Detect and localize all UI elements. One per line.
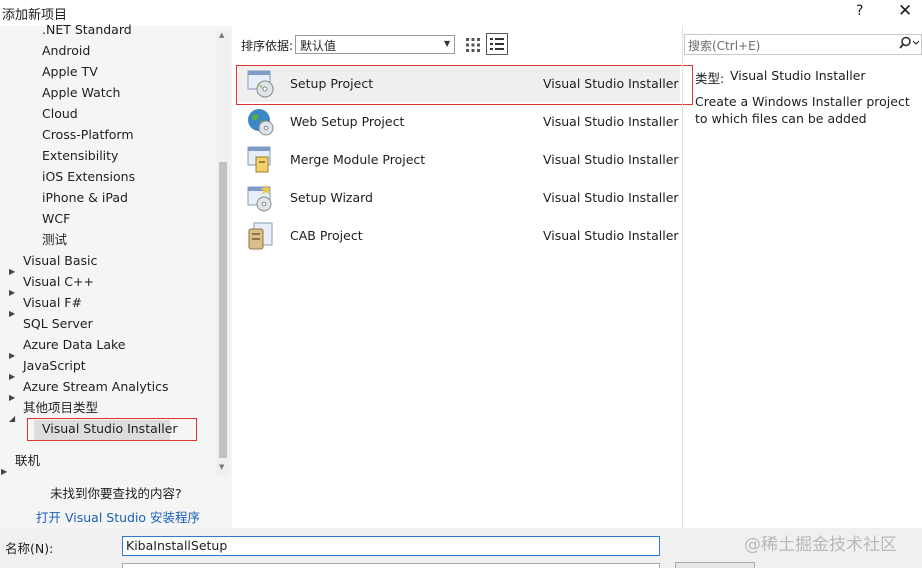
tree-item-iphone-ipad[interactable]: iPhone & iPad [42, 188, 128, 208]
tree-item-azure-stream-analytics[interactable]: Azure Stream Analytics [23, 377, 169, 397]
tree-selection-annotation [27, 418, 197, 441]
template-name: Merge Module Project [290, 152, 426, 167]
tree-item-sql-server[interactable]: SQL Server [23, 314, 93, 334]
chevron-down-icon: ▼ [444, 39, 451, 48]
cab-project-icon [246, 221, 276, 251]
template-type: Visual Studio Installer [543, 152, 679, 167]
expand-arrow-icon[interactable]: ▶ [9, 372, 15, 381]
setup-wizard-icon [246, 183, 276, 213]
watermark: @稀土掘金技术社区 [744, 535, 897, 555]
list-view-icon[interactable] [486, 33, 508, 55]
tree-item-apple-tv[interactable]: Apple TV [42, 62, 98, 82]
template-selection-annotation [236, 65, 693, 105]
template-type: Visual Studio Installer [543, 228, 679, 243]
tree-item-visual-basic[interactable]: Visual Basic [23, 251, 97, 271]
template-row-setup-wizard[interactable]: Setup Wizard Visual Studio Installer [238, 180, 680, 216]
detail-type-label: 类型: [695, 71, 725, 86]
tree-scrollbar-thumb[interactable] [219, 162, 227, 458]
expand-arrow-icon[interactable]: ▶ [9, 309, 15, 318]
collapse-arrow-icon[interactable]: ◢ [9, 414, 15, 423]
search-placeholder: 搜索(Ctrl+E) [688, 39, 761, 53]
tree-item-cross-platform[interactable]: Cross-Platform [42, 125, 134, 145]
tree-item-javascript[interactable]: JavaScript [23, 356, 86, 376]
tree-item-extensibility[interactable]: Extensibility [42, 146, 118, 166]
expand-arrow-icon[interactable]: ▶ [9, 393, 15, 402]
tree-item-visual-c[interactable]: Visual C++ [23, 272, 94, 292]
browse-button[interactable] [675, 562, 755, 568]
tree-item-azure-data-lake[interactable]: Azure Data Lake [23, 335, 126, 355]
expand-arrow-icon[interactable]: ▶ [9, 267, 15, 276]
web-setup-icon [246, 107, 276, 137]
template-name: Web Setup Project [290, 114, 405, 129]
title-bar [0, 0, 922, 26]
scroll-down-arrow[interactable]: ▼ [219, 463, 224, 471]
expand-arrow-icon[interactable]: ▶ [9, 288, 15, 297]
expand-arrow-icon[interactable]: ▶ [9, 351, 15, 360]
grid-view-icon[interactable] [463, 35, 483, 55]
merge-module-icon [246, 145, 276, 175]
panel-divider [682, 26, 683, 528]
location-field[interactable] [122, 563, 660, 568]
tree-item-cloud[interactable]: Cloud [42, 104, 78, 124]
close-button[interactable]: ✕ [898, 1, 912, 21]
detail-type-value: Visual Studio Installer [730, 68, 866, 83]
template-row-cab-project[interactable]: CAB Project Visual Studio Installer [238, 218, 680, 254]
help-button[interactable]: ? [856, 3, 863, 19]
tree-item-apple-watch[interactable]: Apple Watch [42, 83, 120, 103]
search-icon[interactable] [899, 36, 920, 54]
scroll-up-arrow[interactable]: ▲ [219, 31, 224, 39]
template-name: Setup Wizard [290, 190, 373, 205]
tree-item-net-standard[interactable]: .NET Standard [42, 20, 132, 40]
sort-label: 排序依据: [241, 39, 294, 53]
open-installer-link[interactable]: 打开 Visual Studio 安装程序 [36, 507, 200, 526]
template-type: Visual Studio Installer [543, 114, 679, 129]
tree-item-node-20[interactable]: 联机 [15, 451, 40, 471]
template-name: CAB Project [290, 228, 363, 243]
template-row-web-setup-project[interactable]: Web Setup Project Visual Studio Installe… [238, 104, 680, 140]
sort-dropdown-value: 默认值 [300, 39, 337, 53]
template-row-merge-module-project[interactable]: Merge Module Project Visual Studio Insta… [238, 142, 680, 178]
tree-item-node-10[interactable]: 测试 [42, 230, 67, 250]
tree-item-wcf[interactable]: WCF [42, 209, 70, 229]
detail-description: Create a Windows Installer project to wh… [695, 94, 910, 126]
expand-arrow-icon[interactable]: ▶ [1, 467, 7, 476]
tree-item-node-18[interactable]: 其他项目类型 [23, 398, 98, 418]
tree-item-ios-extensions[interactable]: iOS Extensions [42, 167, 135, 187]
not-found-text: 未找到你要查找的内容? [50, 486, 182, 501]
tree-item-visual-f[interactable]: Visual F# [23, 293, 82, 313]
template-type: Visual Studio Installer [543, 190, 679, 205]
tree-item-android[interactable]: Android [42, 41, 90, 61]
name-label: 名称(N): [5, 541, 54, 556]
name-field-value: KibaInstallSetup [126, 538, 228, 553]
